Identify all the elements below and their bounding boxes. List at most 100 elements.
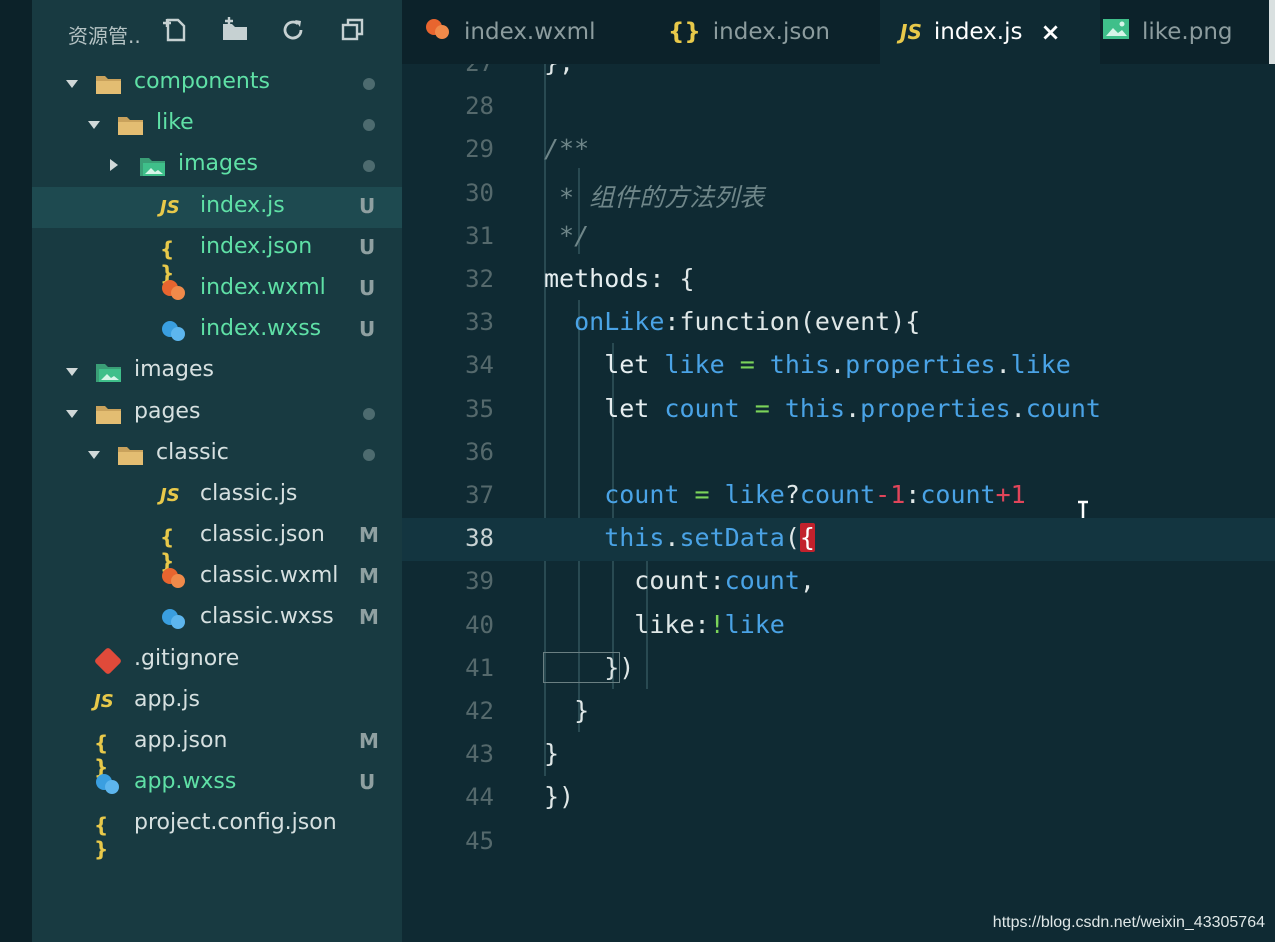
tree-item[interactable]: app.wxss U <box>32 763 402 804</box>
code-token: = <box>739 393 785 423</box>
code-line[interactable]: 29 /** <box>402 129 1275 172</box>
code-line[interactable]: 36 <box>402 432 1275 475</box>
tree-item-label: project.config.json <box>134 810 337 836</box>
tree-item-label: pages <box>134 398 201 424</box>
tree-item[interactable]: { } app.json M <box>32 722 402 779</box>
tree-item[interactable]: images <box>32 145 402 186</box>
code-line[interactable]: 38 this.setData({ <box>402 518 1275 562</box>
chevron-down-icon[interactable] <box>88 121 100 130</box>
chevron-down-icon[interactable] <box>66 368 78 377</box>
chevron-right-icon[interactable] <box>110 159 118 172</box>
code-line[interactable]: 27}, <box>402 64 1275 86</box>
json-icon: { } <box>160 236 175 285</box>
code-token: . <box>830 350 846 380</box>
tree-item[interactable]: pages <box>32 393 402 434</box>
collapse-all-icon[interactable] <box>338 16 368 46</box>
new-folder-icon[interactable] <box>220 16 250 46</box>
code-token: : { <box>649 264 695 293</box>
tree-item[interactable]: like <box>32 104 402 145</box>
json-icon: { } <box>160 525 175 574</box>
code-token: properties <box>860 393 1011 423</box>
tree-item[interactable]: { } project.config.json <box>32 804 402 861</box>
tree-item-label: images <box>134 357 214 383</box>
code-token: like <box>1010 350 1071 380</box>
line-number: 35 <box>465 394 494 423</box>
tree-item[interactable]: .gitignore <box>32 640 402 681</box>
json-icon: { } <box>94 731 109 779</box>
tree-item[interactable]: classic.wxss M <box>32 598 402 639</box>
tree-item[interactable]: images <box>32 351 402 392</box>
line-number: 45 <box>465 826 494 855</box>
tree-item[interactable]: { } classic.json M <box>32 516 402 574</box>
code-line[interactable]: 33 onLike:function(event){ <box>402 302 1275 345</box>
code-token: count: <box>544 566 725 596</box>
code-line[interactable]: 42 } <box>402 691 1275 734</box>
line-number: 34 <box>465 351 494 380</box>
code-token: this <box>784 393 846 423</box>
code-token: like: <box>544 609 710 639</box>
tab-index-js[interactable]: JS index.js × <box>880 0 1100 64</box>
line-number: 38 <box>465 524 494 553</box>
modified-dot <box>363 119 375 132</box>
code-line[interactable]: 43} <box>402 734 1275 777</box>
line-number: 30 <box>465 178 494 207</box>
tree-item[interactable]: JS classic.js <box>32 475 402 516</box>
code-text: like:!like <box>544 610 785 639</box>
code-line[interactable]: 41 }) <box>402 648 1275 691</box>
code-token: -1 <box>875 480 906 509</box>
line-number: 36 <box>465 437 494 466</box>
tree-item-label: classic.json <box>200 522 325 548</box>
code-line[interactable]: 40 like:!like <box>402 605 1275 648</box>
code-text: let count = this.properties.count <box>544 394 1101 423</box>
close-icon[interactable]: × <box>1040 18 1060 46</box>
code-text: this.setData({ <box>544 523 815 553</box>
code-line[interactable]: 45 <box>402 821 1275 864</box>
tree-item[interactable]: index.wxml U <box>32 269 402 310</box>
chevron-down-icon[interactable] <box>66 409 78 418</box>
image-folder-icon <box>94 360 122 384</box>
chevron-down-icon[interactable] <box>88 450 100 459</box>
code-line[interactable]: 37 count = like?count-1:count+1 <box>402 475 1275 518</box>
tree-item[interactable]: classic <box>32 434 402 475</box>
line-number: 28 <box>465 92 494 121</box>
modified-dot <box>363 407 375 420</box>
tab-label: index.js <box>933 19 1023 45</box>
tree-item[interactable]: JS app.js <box>32 681 402 722</box>
tab-label: index.json <box>712 19 831 45</box>
code-token: setData <box>679 523 785 553</box>
tree-item-label: app.json <box>134 728 228 753</box>
tree-item-label: like <box>156 110 194 136</box>
code-text: } <box>544 739 559 768</box>
tree-item[interactable]: classic.wxml M <box>32 557 402 598</box>
new-file-icon[interactable] <box>160 16 190 46</box>
code-line[interactable]: 39 count:count, <box>402 561 1275 604</box>
code-token: count <box>544 480 680 509</box>
git-status-badge: M <box>359 729 379 753</box>
chevron-down-icon[interactable] <box>66 80 78 88</box>
code-token: . <box>995 350 1011 380</box>
line-number: 43 <box>465 740 494 769</box>
tree-item[interactable]: index.wxss U <box>32 310 402 351</box>
tab-index-wxml[interactable]: index.wxml <box>424 0 644 64</box>
git-status-badge: U <box>359 770 376 795</box>
tree-item[interactable]: { } index.json U <box>32 228 402 285</box>
tab-index-json[interactable]: {} index.json <box>668 0 868 64</box>
code-token: like <box>724 480 785 509</box>
code-token: count <box>724 566 800 596</box>
code-line[interactable]: 35 let count = this.properties.count <box>402 389 1275 432</box>
refresh-icon[interactable] <box>278 16 308 46</box>
tree-item[interactable]: JS index.js U <box>32 186 402 228</box>
line-number: 37 <box>465 481 494 509</box>
tab-like-png[interactable]: like.png <box>1102 0 1267 64</box>
code-line[interactable]: 30 * 组件的方法列表 <box>402 173 1275 216</box>
line-number: 39 <box>465 567 494 596</box>
code-line[interactable]: 44}) <box>402 777 1275 820</box>
code-editor[interactable]: 27}, 28 29/**30 * 组件的方法列表31 */32methods: {… <box>402 64 1275 942</box>
code-line[interactable]: 31 */ <box>402 216 1275 259</box>
code-line[interactable]: 28 <box>402 86 1275 129</box>
tree-item[interactable]: components <box>32 63 402 104</box>
code-text: }, <box>544 64 574 77</box>
code-line[interactable]: 32 methods: { <box>402 259 1275 302</box>
tab-label: index.wxml <box>464 19 596 45</box>
code-line[interactable]: 34 let like = this.properties.like <box>402 345 1275 388</box>
